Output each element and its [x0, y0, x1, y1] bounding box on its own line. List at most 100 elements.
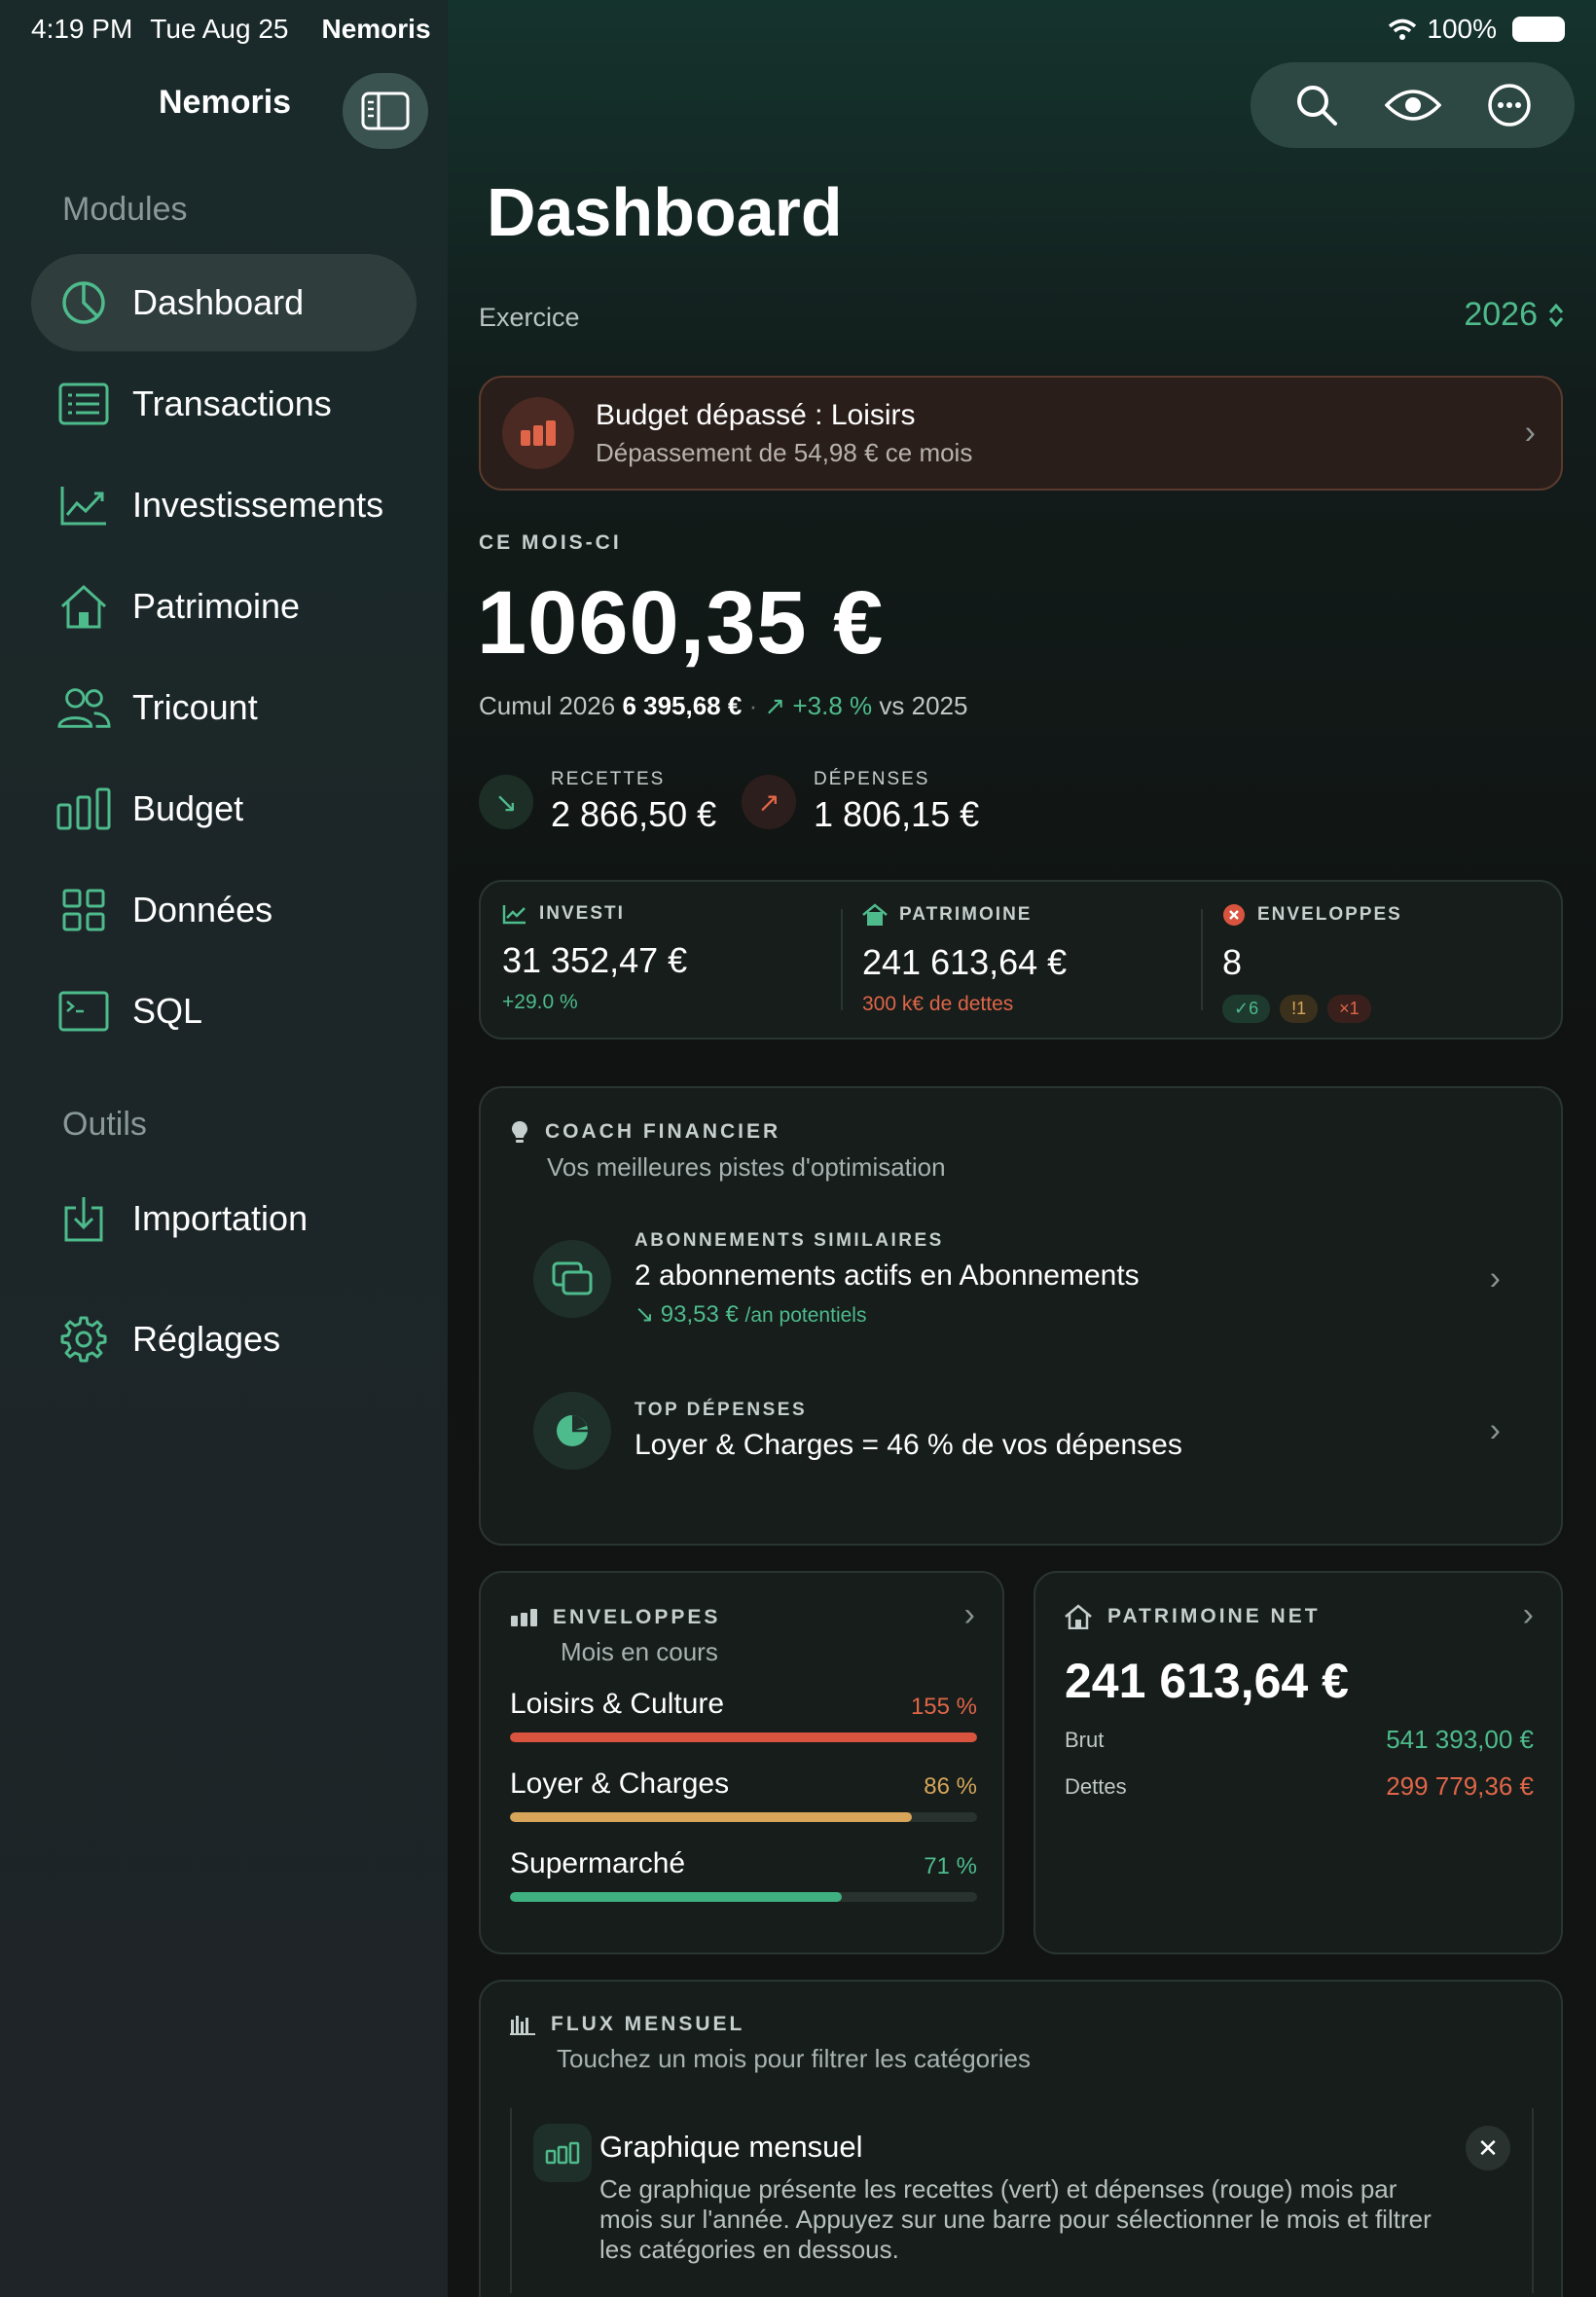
envelope-name: Loyer & Charges	[510, 1768, 730, 1800]
tip-amount-suffix: /an potentiels	[744, 1303, 867, 1327]
sidebar-item-importation[interactable]: Importation	[31, 1170, 417, 1267]
sidebar-item-dashboard[interactable]: Dashboard	[31, 254, 417, 351]
envelope-row[interactable]: Loisirs & Culture 155 %	[510, 1688, 977, 1742]
cumul-vs: vs 2025	[879, 691, 968, 720]
chevron-right-icon: ›	[1489, 1411, 1501, 1449]
bars-icon	[533, 2124, 592, 2182]
kpi-patrimoine[interactable]: PATRIMOINE 241 613,64 € 300 k€ de dettes	[841, 882, 1201, 1038]
expense-flow: ↗ DÉPENSES 1 806,15 €	[742, 769, 979, 835]
alert-subtitle: Dépassement de 54,98 € ce mois	[596, 437, 973, 467]
envelope-progress-fill	[510, 1732, 977, 1742]
envelope-name: Loisirs & Culture	[510, 1688, 725, 1720]
status-indicators: 100%	[1388, 14, 1565, 45]
house-icon	[862, 903, 888, 926]
income-value: 2 866,50 €	[551, 794, 717, 834]
status-time: 4:19 PM Tue Aug 25 Nemoris	[31, 14, 431, 45]
brut-value: 541 393,00 €	[1386, 1725, 1534, 1754]
error-circle-icon	[1223, 904, 1245, 926]
sidebar-item-reglages[interactable]: Réglages	[31, 1291, 417, 1388]
more-button[interactable]	[1480, 76, 1539, 134]
year-selector[interactable]: 2026	[1464, 296, 1565, 334]
sidebar-item-label: Transactions	[132, 383, 332, 423]
sidebar-item-transactions[interactable]: Transactions	[31, 355, 417, 453]
tip-subscriptions[interactable]: ABONNEMENTS SIMILAIRES 2 abonnements act…	[533, 1230, 1526, 1328]
tip-savings: ↘ 93,53 € /an potentiels	[635, 1300, 1140, 1329]
flux-subtitle: Touchez un mois pour filtrer les catégor…	[557, 2044, 1032, 2073]
envelope-progress-track	[510, 1892, 977, 1902]
section-outils: Outils	[62, 1106, 147, 1143]
envelopes-card[interactable]: ENVELOPPES › Mois en cours Loisirs & Cul…	[479, 1571, 1004, 1954]
kpi-investi-label: INVESTI	[539, 903, 625, 924]
sidebar-item-label: Dashboard	[132, 282, 305, 322]
envelope-percent: 71 %	[924, 1853, 977, 1879]
expense-value: 1 806,15 €	[814, 794, 980, 834]
tip-title: Loyer & Charges = 46 % de vos dépenses	[635, 1429, 1182, 1461]
sidebar-item-sql[interactable]: SQL	[31, 963, 417, 1060]
sidebar-title: Nemoris	[159, 84, 292, 121]
sidebar-item-label: Importation	[132, 1198, 308, 1238]
tip-top-expenses[interactable]: TOP DÉPENSES Loyer & Charges = 46 % de v…	[533, 1382, 1526, 1479]
list-icon	[56, 377, 111, 431]
grid-icon	[56, 883, 111, 937]
kpi-card: INVESTI 31 352,47 € +29.0 % PATRIMOINE 2…	[479, 880, 1563, 1039]
main-content: 100% Dashboard Exercice 2026 Budget dépa…	[448, 0, 1596, 2297]
tip-caption: TOP DÉPENSES	[635, 1400, 808, 1420]
flux-label: FLUX MENSUEL	[551, 2013, 745, 2035]
wifi-icon	[1389, 18, 1417, 40]
kpi-investi[interactable]: INVESTI 31 352,47 € +29.0 %	[481, 882, 841, 1038]
income-arrow-icon: ↘	[479, 775, 533, 829]
sidebar-item-label: Réglages	[132, 1319, 281, 1359]
lightbulb-icon	[512, 1121, 527, 1143]
sidebar-item-tricount[interactable]: Tricount	[31, 659, 417, 756]
help-body: Ce graphique présente les recettes (vert…	[599, 2174, 1432, 2264]
sidebar-item-patrimoine[interactable]: Patrimoine	[31, 558, 417, 655]
envelope-progress-track	[510, 1732, 977, 1742]
kpi-patrimoine-label: PATRIMOINE	[899, 904, 1033, 925]
expense-label: DÉPENSES	[814, 769, 930, 789]
kpi-enveloppes[interactable]: ENVELOPPES 8 ✓6 !1 ×1	[1201, 882, 1561, 1038]
kpi-enveloppes-value: 8	[1222, 942, 1243, 982]
status-clock: 4:19 PM	[31, 14, 133, 44]
coach-card: COACH FINANCIER Vos meilleures pistes d'…	[479, 1086, 1563, 1546]
chevron-right-icon: ›	[963, 1596, 975, 1633]
month-label: CE MOIS-CI	[479, 531, 622, 554]
sidebar-toggle-icon	[361, 91, 410, 130]
trend-chart-icon	[56, 478, 111, 532]
net-worth-value: 241 613,64 €	[1065, 1654, 1349, 1708]
cumul-line: Cumul 2026 6 395,68 € · ↗ +3.8 % vs 2025	[479, 691, 967, 721]
close-button[interactable]: ✕	[1466, 2126, 1510, 2170]
search-button[interactable]	[1288, 76, 1346, 134]
envelope-row[interactable]: Supermarché 71 %	[510, 1847, 977, 1902]
toolbar	[1251, 62, 1575, 148]
envelopes-label: ENVELOPPES	[553, 1606, 721, 1628]
pie-chart-icon	[533, 1392, 611, 1470]
bars-icon	[56, 782, 111, 836]
envelope-row[interactable]: Loyer & Charges 86 %	[510, 1768, 977, 1822]
pie-chart-icon	[56, 275, 111, 330]
kpi-patrimoine-debt: 300 k€ de dettes	[862, 993, 1014, 1015]
kpi-patrimoine-value: 241 613,64 €	[862, 942, 1068, 982]
sidebar-item-label: Tricount	[132, 687, 258, 727]
visibility-button[interactable]	[1384, 76, 1442, 134]
tip-caption: ABONNEMENTS SIMILAIRES	[635, 1229, 944, 1251]
dettes-value: 299 779,36 €	[1386, 1771, 1534, 1801]
bars-icon	[511, 1609, 537, 1626]
sidebar-toggle-button[interactable]	[343, 73, 428, 149]
sidebar-item-investissements[interactable]: Investissements	[31, 456, 417, 554]
envelope-warn-badge: !1	[1280, 995, 1319, 1023]
cumul-change: ↗ +3.8 %	[764, 691, 873, 720]
sidebar-item-label: SQL	[132, 991, 203, 1031]
year-value: 2026	[1464, 296, 1538, 333]
coach-label: COACH FINANCIER	[545, 1120, 781, 1143]
net-worth-card[interactable]: PATRIMOINE NET › 241 613,64 € Brut 541 3…	[1034, 1571, 1563, 1954]
help-title: Graphique mensuel	[599, 2130, 863, 2164]
house-icon	[56, 579, 111, 634]
envelope-progress-fill	[510, 1812, 912, 1822]
sidebar-item-donnees[interactable]: Données	[31, 861, 417, 959]
sidebar-item-budget[interactable]: Budget	[31, 760, 417, 857]
budget-alert-card[interactable]: Budget dépassé : Loisirs Dépassement de …	[479, 376, 1563, 491]
kpi-investi-value: 31 352,47 €	[502, 940, 688, 980]
section-modules: Modules	[62, 191, 188, 228]
budget-bars-icon	[502, 397, 574, 469]
chevron-right-icon: ›	[1522, 1596, 1534, 1633]
